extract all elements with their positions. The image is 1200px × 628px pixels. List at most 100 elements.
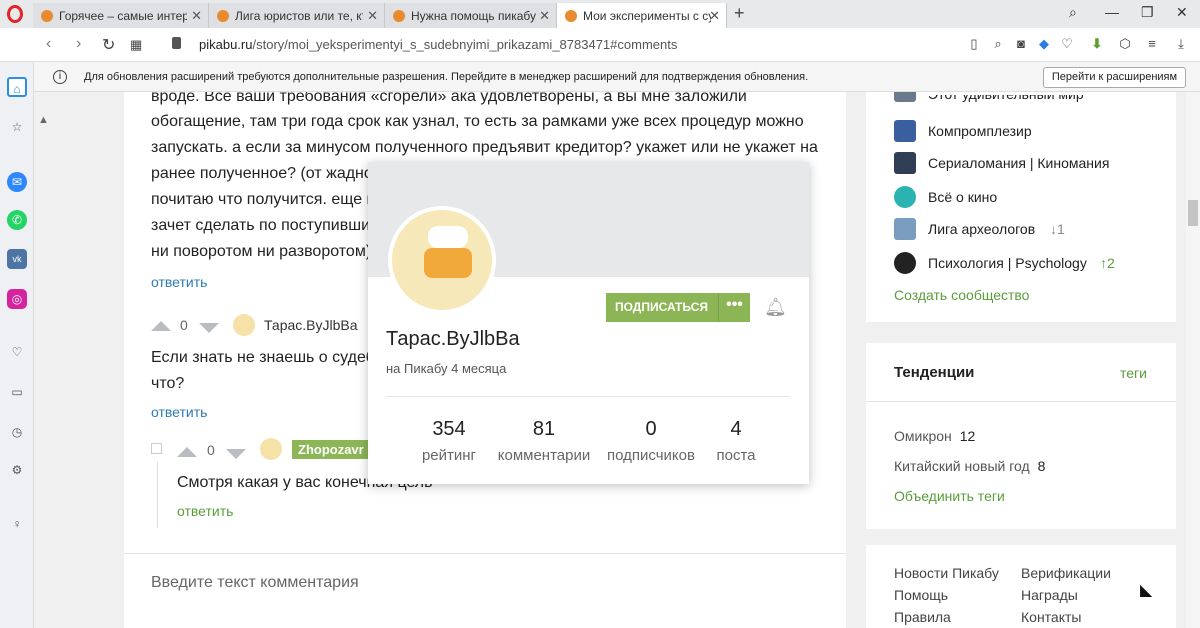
comment-text-line: ни поворотом ни разворотом) bbox=[151, 243, 372, 260]
tab-1[interactable]: Горячее – самые интерес ✕ bbox=[33, 3, 209, 28]
subscribe-button[interactable]: ПОДПИСАТЬСЯ ••• bbox=[606, 293, 750, 322]
divider bbox=[124, 553, 846, 554]
footer-link[interactable]: Награды bbox=[1021, 587, 1078, 603]
info-message: Для обновления расширений требуются допо… bbox=[84, 71, 809, 83]
menu-icon[interactable]: ≡ bbox=[1145, 37, 1159, 51]
upvote-icon[interactable] bbox=[177, 444, 197, 460]
tab-4-active[interactable]: Мои эксперименты с суде ✕ bbox=[557, 3, 727, 28]
heart-icon[interactable]: ♡ bbox=[7, 342, 27, 362]
comment-score: 0 bbox=[180, 317, 188, 333]
vk-icon[interactable]: vk bbox=[7, 249, 27, 269]
profile-since: на Пикабу 4 месяца bbox=[386, 361, 507, 376]
settings-icon[interactable]: ⚙ bbox=[7, 460, 27, 480]
instagram-icon[interactable]: ◎ bbox=[7, 289, 27, 309]
more-options-button[interactable]: ••• bbox=[718, 293, 750, 322]
chef-hat-shape bbox=[428, 226, 468, 248]
comment-score: 0 bbox=[207, 442, 215, 458]
collapse-checkbox[interactable] bbox=[151, 443, 162, 454]
tab-bar: Горячее – самые интерес ✕ Лига юристов и… bbox=[0, 0, 1200, 28]
stat-label: поста bbox=[716, 447, 756, 464]
close-icon[interactable]: ✕ bbox=[367, 8, 378, 24]
tab-title: Мои эксперименты с суде bbox=[583, 8, 711, 23]
lightbulb-icon[interactable]: ♀ bbox=[7, 514, 27, 534]
minimize-icon[interactable]: — bbox=[1105, 4, 1119, 20]
url-field[interactable]: pikabu.ru/story/moi_yeksperimentyi_s_sud… bbox=[199, 37, 677, 52]
avatar[interactable] bbox=[233, 314, 255, 336]
comment-username[interactable]: Zhopozavr bbox=[292, 440, 370, 459]
clock-icon[interactable]: ◷ bbox=[7, 422, 27, 442]
community-avatar[interactable] bbox=[894, 120, 916, 142]
footer-link[interactable]: Контакты bbox=[1021, 609, 1081, 625]
window-close-icon[interactable]: ✕ bbox=[1176, 4, 1188, 21]
community-link[interactable]: Психология | Psychology bbox=[928, 255, 1087, 271]
community-link[interactable]: Всё о кино bbox=[928, 189, 997, 205]
extension-info-bar: i Для обновления расширений требуются до… bbox=[0, 62, 1200, 92]
reply-link[interactable]: ответить bbox=[177, 503, 233, 519]
grid-icon[interactable]: ▦ bbox=[130, 37, 142, 53]
footer-link[interactable]: Верификации bbox=[1021, 565, 1111, 581]
tab-3[interactable]: Нужна помощь пикабу ли ✕ bbox=[385, 3, 557, 28]
community-link[interactable]: Лига археологов bbox=[928, 221, 1035, 237]
zoom-icon[interactable]: ⌕ bbox=[991, 37, 1005, 51]
community-avatar[interactable] bbox=[894, 218, 916, 240]
footer-link[interactable]: Правила bbox=[894, 609, 951, 625]
reload-icon[interactable]: ↻ bbox=[102, 35, 115, 55]
reader-icon[interactable]: ▯ bbox=[967, 37, 981, 51]
back-icon[interactable]: ‹ bbox=[46, 35, 51, 53]
tab-2[interactable]: Лига юристов или те, кто ✕ bbox=[209, 3, 385, 28]
avatar[interactable] bbox=[260, 438, 282, 460]
opera-logo-icon[interactable] bbox=[7, 5, 23, 23]
bell-icon[interactable]: 🔔︎ bbox=[764, 297, 787, 318]
comment-text-line: что? bbox=[151, 375, 185, 392]
trend-item[interactable]: Китайский новый год 8 bbox=[894, 458, 1045, 474]
download-arrow-icon[interactable]: ⤓ bbox=[1174, 37, 1188, 51]
community-link[interactable]: Сериаломания | Киномания bbox=[928, 155, 1109, 171]
community-avatar[interactable] bbox=[894, 252, 916, 274]
paint-bucket-icon[interactable]: ◣ bbox=[1140, 580, 1152, 600]
downvote-icon[interactable] bbox=[199, 320, 219, 336]
community-link[interactable]: Компромплезир bbox=[928, 123, 1032, 139]
cube-icon[interactable]: ⬡ bbox=[1118, 37, 1132, 51]
lock-icon[interactable] bbox=[172, 37, 181, 49]
reply-link[interactable]: ответить bbox=[151, 404, 207, 420]
restore-icon[interactable]: ❐ bbox=[1141, 4, 1154, 21]
scrollbar-thumb[interactable] bbox=[1188, 200, 1198, 226]
info-icon: i bbox=[53, 70, 67, 84]
merge-tags-link[interactable]: Объединить теги bbox=[894, 488, 1005, 504]
heart-icon[interactable]: ♡ bbox=[1060, 37, 1074, 51]
history-display-icon[interactable]: ▭ bbox=[7, 382, 27, 402]
search-tabs-icon[interactable]: ⌕ bbox=[1069, 4, 1077, 21]
tags-link[interactable]: теги bbox=[1120, 365, 1147, 381]
close-icon[interactable]: ✕ bbox=[709, 8, 720, 24]
comment-input[interactable]: Введите текст комментария bbox=[151, 574, 359, 592]
shield-icon[interactable]: ◆ bbox=[1037, 37, 1051, 51]
home-icon[interactable]: ⌂ bbox=[7, 77, 27, 97]
close-icon[interactable]: ✕ bbox=[539, 8, 550, 24]
new-tab-icon[interactable]: + bbox=[734, 3, 745, 24]
subscribe-label: ПОДПИСАТЬСЯ bbox=[615, 300, 708, 314]
close-icon[interactable]: ✕ bbox=[191, 8, 202, 24]
reply-link[interactable]: ответить bbox=[151, 274, 207, 290]
collapse-chevron-icon[interactable]: ▲ bbox=[38, 114, 49, 126]
profile-popup: ПОДПИСАТЬСЯ ••• 🔔︎ Тарас.ByJlbBa на Пика… bbox=[368, 162, 809, 484]
star-icon[interactable]: ☆ bbox=[7, 117, 27, 137]
community-avatar[interactable] bbox=[894, 186, 916, 208]
footer-link[interactable]: Новости Пикабу bbox=[894, 565, 999, 581]
forward-icon[interactable]: › bbox=[76, 35, 81, 53]
messenger-icon[interactable]: ✉ bbox=[7, 172, 27, 192]
create-community-link[interactable]: Создать сообщество bbox=[894, 287, 1029, 303]
upvote-icon[interactable] bbox=[151, 318, 171, 334]
whatsapp-icon[interactable]: ✆ bbox=[7, 210, 27, 230]
comment-username[interactable]: Тарас.ByJlbBa bbox=[264, 317, 358, 333]
download-icon[interactable]: ⬇ bbox=[1090, 37, 1104, 51]
community-avatar[interactable] bbox=[894, 152, 916, 174]
profile-avatar[interactable] bbox=[388, 206, 496, 314]
go-to-extensions-button[interactable]: Перейти к расширениям bbox=[1043, 67, 1186, 88]
trends-title: Тенденции bbox=[894, 364, 975, 381]
footer-link[interactable]: Помощь bbox=[894, 587, 948, 603]
toaster-shape bbox=[424, 248, 472, 278]
scrollbar[interactable] bbox=[1186, 92, 1200, 628]
trend-item[interactable]: Омикрон 12 bbox=[894, 428, 975, 444]
downvote-icon[interactable] bbox=[226, 446, 246, 462]
camera-icon[interactable]: ◙ bbox=[1014, 37, 1028, 51]
